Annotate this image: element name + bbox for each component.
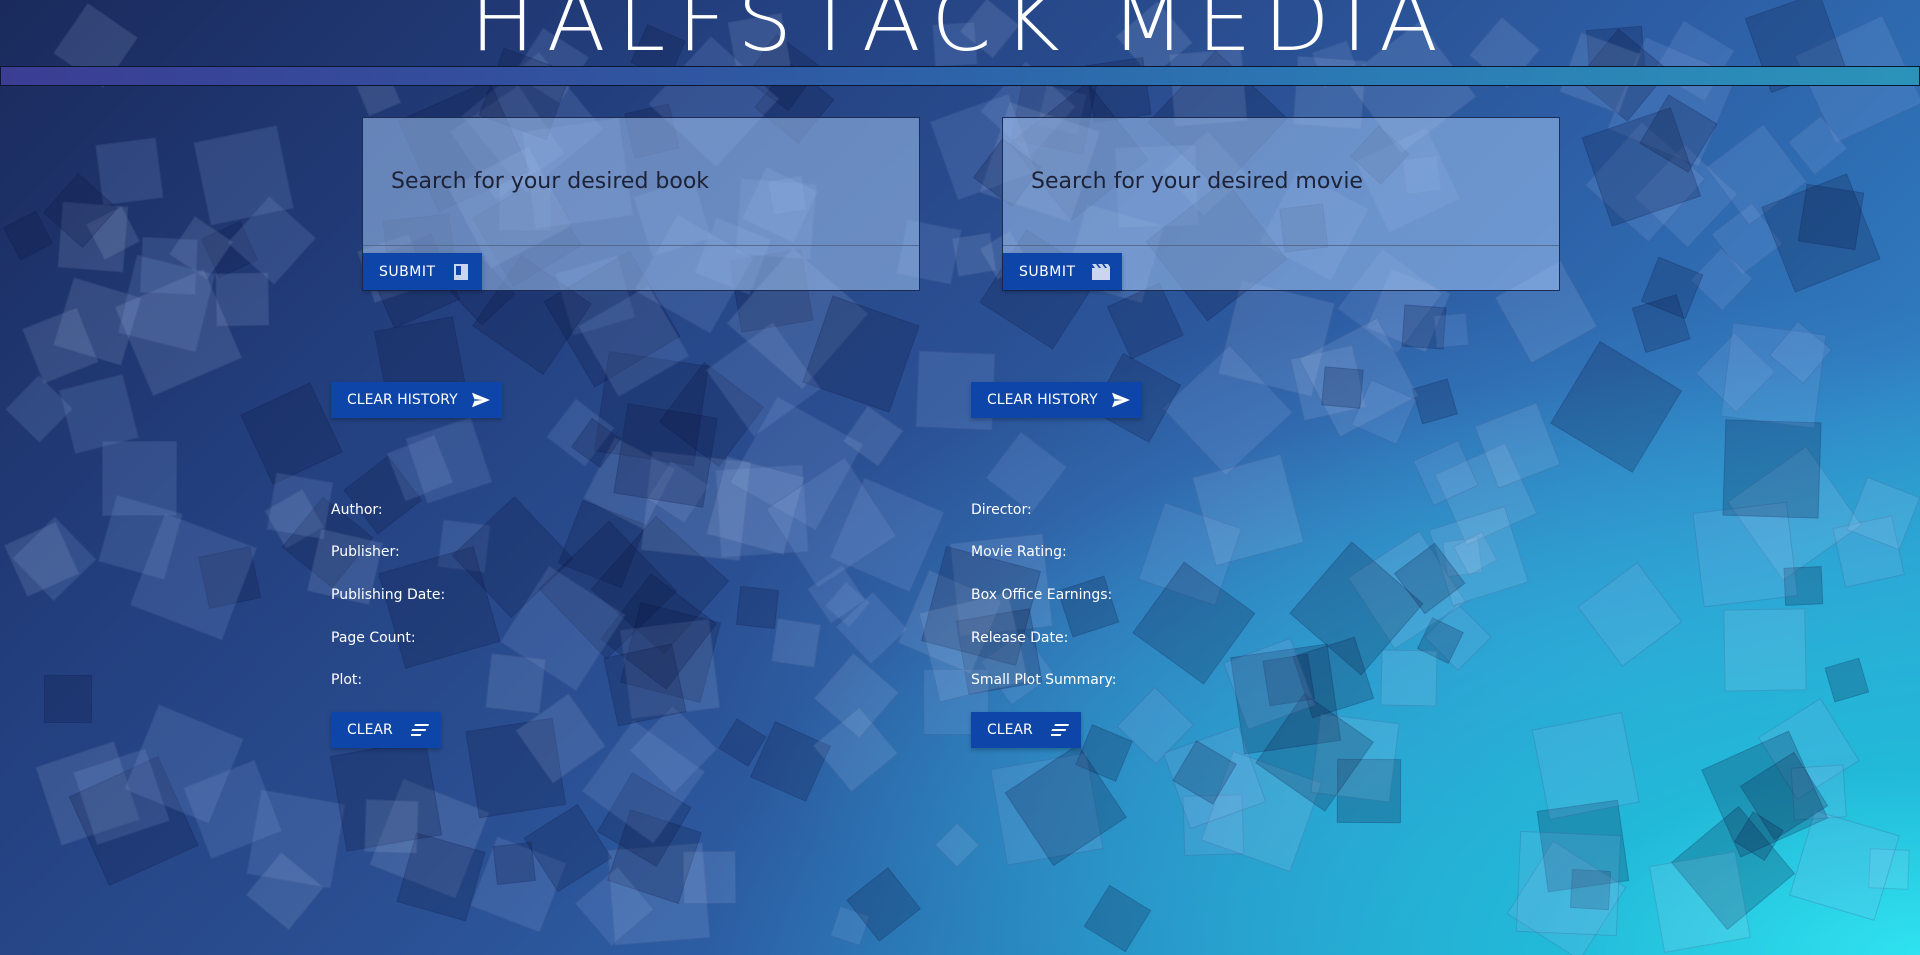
background-square — [363, 799, 420, 855]
movie-release-date-label: Release Date: — [971, 630, 1069, 646]
movie-submit-label: SUBMIT — [1019, 263, 1076, 280]
background-square — [1550, 340, 1683, 473]
background-square — [770, 617, 821, 668]
background-square — [1057, 575, 1119, 638]
book-search-input[interactable] — [363, 118, 919, 246]
movie-search-input[interactable] — [1003, 118, 1559, 246]
background-square — [493, 841, 537, 885]
clapperboard-icon — [1091, 263, 1110, 281]
background-square — [1411, 378, 1458, 426]
book-clear-button[interactable]: CLEAR — [331, 712, 441, 748]
book-page-count-label: Page Count: — [331, 630, 416, 646]
clear-lines-icon — [1050, 721, 1069, 739]
book-submit-label: SUBMIT — [379, 263, 436, 280]
background-square — [1722, 419, 1822, 519]
background-square — [1433, 312, 1470, 349]
background-square — [1515, 830, 1622, 937]
background-square — [4, 375, 73, 444]
book-publisher-label: Publisher: — [331, 544, 400, 560]
book-icon — [452, 263, 470, 281]
title-bar — [0, 66, 1920, 86]
movie-search-card: SUBMIT — [1002, 117, 1560, 291]
background-square — [613, 403, 718, 508]
page-title: HALFSTACK MEDIA — [470, 0, 1450, 71]
background-pattern — [0, 0, 1920, 955]
background-square — [1824, 658, 1869, 703]
background-square — [240, 382, 343, 485]
movie-rating-label: Movie Rating: — [971, 544, 1067, 560]
background-square — [1723, 608, 1807, 692]
book-plot-label: Plot: — [331, 672, 363, 688]
background-square — [1531, 712, 1640, 821]
header: HALFSTACK MEDIA — [0, 0, 1920, 86]
background-square — [603, 643, 687, 727]
book-clear-history-label: CLEAR HISTORY — [347, 392, 458, 408]
background-square — [1380, 649, 1438, 706]
background-square — [1084, 884, 1152, 952]
movie-clear-history-button[interactable]: CLEAR HISTORY — [971, 382, 1142, 418]
send-icon — [471, 391, 490, 409]
background-square — [934, 822, 981, 868]
movie-director-label: Director: — [971, 502, 1032, 518]
background-square — [3, 210, 53, 260]
send-icon — [1111, 391, 1130, 409]
movie-clear-history-label: CLEAR HISTORY — [987, 392, 1098, 408]
background-square — [682, 850, 737, 905]
background-square — [101, 440, 177, 516]
movie-plot-summary-label: Small Plot Summary: — [971, 672, 1117, 688]
book-publishing-date-label: Publishing Date: — [331, 587, 446, 603]
background-square — [95, 137, 164, 206]
movie-clear-label: CLEAR — [987, 722, 1033, 738]
background-square — [1576, 561, 1683, 668]
book-clear-label: CLEAR — [347, 722, 393, 738]
background-square — [43, 674, 92, 723]
background-square — [1649, 850, 1752, 953]
background-square — [215, 272, 270, 327]
background-square — [812, 706, 899, 793]
movie-clear-button[interactable]: CLEAR — [971, 712, 1081, 748]
movie-submit-button[interactable]: SUBMIT — [1003, 253, 1122, 290]
book-author-label: Author: — [331, 502, 383, 518]
book-clear-history-button[interactable]: CLEAR HISTORY — [331, 382, 502, 418]
clear-lines-icon — [410, 721, 429, 739]
background-square — [750, 721, 832, 802]
background-square — [1321, 366, 1364, 409]
background-square — [193, 125, 295, 227]
book-submit-button[interactable]: SUBMIT — [363, 253, 482, 290]
movie-box-office-label: Box Office Earnings: — [971, 587, 1113, 603]
background-square — [735, 585, 780, 629]
book-search-card: SUBMIT — [362, 117, 920, 291]
